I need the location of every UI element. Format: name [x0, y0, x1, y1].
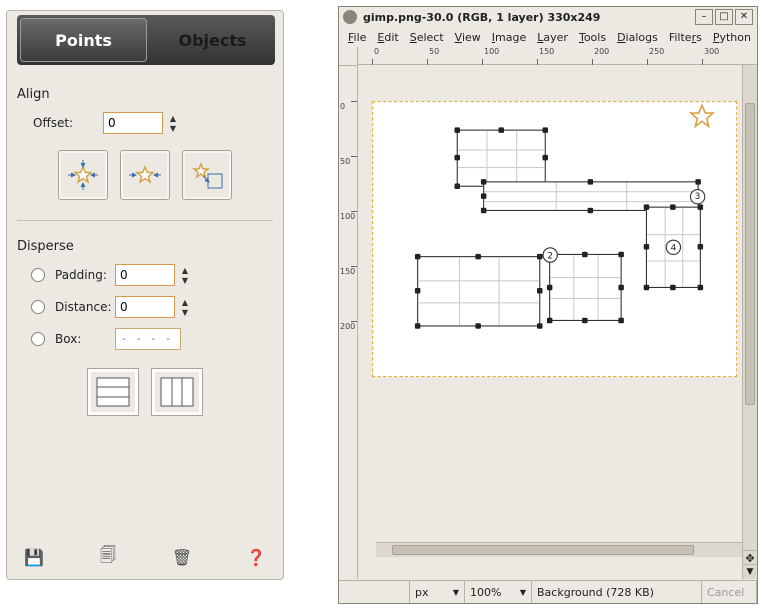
canvas[interactable]: 342	[372, 101, 737, 377]
align-center-button[interactable]	[58, 150, 108, 200]
menu-tools[interactable]: Tools	[574, 29, 611, 46]
menu-filters[interactable]: Filters	[664, 29, 707, 46]
align-corner-icon	[188, 156, 226, 194]
align-center-icon	[64, 156, 102, 194]
distance-radio[interactable]	[31, 300, 45, 314]
statusbar: px▼ 100%▼ Background (728 KB) Cancel	[339, 580, 757, 603]
padding-step-down[interactable]: ▼	[179, 275, 191, 285]
help-icon[interactable]: ❓	[245, 546, 267, 568]
tab-points[interactable]: Points	[20, 18, 147, 62]
align-corner-button[interactable]	[182, 150, 232, 200]
status-message: Background (728 KB)	[532, 581, 702, 603]
menu-file[interactable]: File	[343, 29, 371, 46]
padding-input[interactable]	[115, 264, 175, 286]
menu-select[interactable]: Select	[405, 29, 449, 46]
trash-icon[interactable]: 🗑	[171, 546, 193, 568]
status-zoom-selector[interactable]: 100%▼	[465, 581, 532, 603]
vertical-scrollbar[interactable]: ✥ ▼	[742, 65, 757, 579]
menu-dialogs[interactable]: Dialogs	[612, 29, 663, 46]
menu-layer[interactable]: Layer	[532, 29, 573, 46]
status-cancel: Cancel	[702, 581, 757, 603]
tab-objects[interactable]: Objects	[150, 15, 275, 65]
window-title: gimp.png-30.0 (RGB, 1 layer) 330x249	[363, 11, 695, 24]
panel-bottom-bar: 💾 🗐 🗑 ❓	[15, 543, 275, 571]
padding-radio[interactable]	[31, 268, 45, 282]
wilber-icon	[343, 10, 357, 24]
horizontal-ruler[interactable]: 050100150200250300	[358, 47, 757, 65]
maximize-button[interactable]: □	[715, 9, 733, 25]
distance-input[interactable]	[115, 296, 175, 318]
horizontal-scrollbar[interactable]	[376, 542, 743, 557]
align-tool-panel: Points Objects Align Offset: ▲ ▼	[6, 10, 284, 580]
distance-step-up[interactable]: ▲	[179, 297, 191, 307]
tabbar: Points Objects	[17, 15, 275, 65]
selection-rect[interactable]: 2	[549, 254, 622, 321]
distance-step-down[interactable]: ▼	[179, 307, 191, 317]
gimp-window: gimp.png-30.0 (RGB, 1 layer) 330x249 – □…	[338, 6, 758, 604]
menu-view[interactable]: View	[450, 29, 486, 46]
padding-step-up[interactable]: ▲	[179, 265, 191, 275]
align-horizontal-icon	[126, 156, 164, 194]
disperse-section-title: Disperse	[17, 239, 273, 254]
minimize-button[interactable]: –	[695, 9, 713, 25]
horizontal-scrollbar-thumb[interactable]	[392, 545, 694, 555]
close-button[interactable]: ✕	[735, 9, 753, 25]
save-icon[interactable]: 💾	[23, 546, 45, 568]
menubar: FileEditSelectViewImageLayerToolsDialogs…	[339, 27, 757, 47]
titlebar[interactable]: gimp.png-30.0 (RGB, 1 layer) 330x249 – □…	[339, 7, 757, 27]
status-position	[339, 581, 410, 603]
status-unit-selector[interactable]: px▼	[410, 581, 465, 603]
align-horizontal-button[interactable]	[120, 150, 170, 200]
vertical-ruler[interactable]: 050100150200	[339, 65, 358, 579]
box-label: Box:	[55, 332, 115, 346]
distance-label: Distance:	[55, 300, 115, 314]
offset-label: Offset:	[17, 116, 103, 130]
box-pattern-swatch[interactable]: - - - -	[115, 328, 181, 350]
scroll-down-icon[interactable]: ▼	[743, 564, 757, 579]
chevron-down-icon: ▼	[453, 588, 459, 597]
nav-move-icon[interactable]: ✥	[743, 550, 757, 565]
selection-rect[interactable]: 4	[646, 207, 701, 288]
star-shape[interactable]	[689, 102, 715, 128]
menu-python[interactable]: Python	[708, 29, 756, 46]
copy-icon[interactable]: 🗐	[97, 546, 119, 568]
chevron-down-icon: ▼	[520, 588, 526, 597]
disperse-horizontal-icon	[95, 376, 131, 408]
offset-input[interactable]	[103, 112, 163, 134]
padding-label: Padding:	[55, 268, 115, 282]
selection-rect[interactable]	[417, 256, 540, 326]
menu-image[interactable]: Image	[487, 29, 531, 46]
ruler-corner	[339, 47, 358, 66]
align-section-title: Align	[17, 87, 273, 102]
disperse-vertical-button[interactable]	[151, 368, 203, 416]
offset-step-down[interactable]: ▼	[167, 123, 179, 133]
vertical-scrollbar-thumb[interactable]	[745, 103, 755, 405]
box-radio[interactable]	[31, 332, 45, 346]
disperse-horizontal-button[interactable]	[87, 368, 139, 416]
selection-rect[interactable]	[457, 130, 546, 187]
disperse-vertical-icon	[159, 376, 195, 408]
menu-edit[interactable]: Edit	[372, 29, 403, 46]
offset-step-up[interactable]: ▲	[167, 113, 179, 123]
